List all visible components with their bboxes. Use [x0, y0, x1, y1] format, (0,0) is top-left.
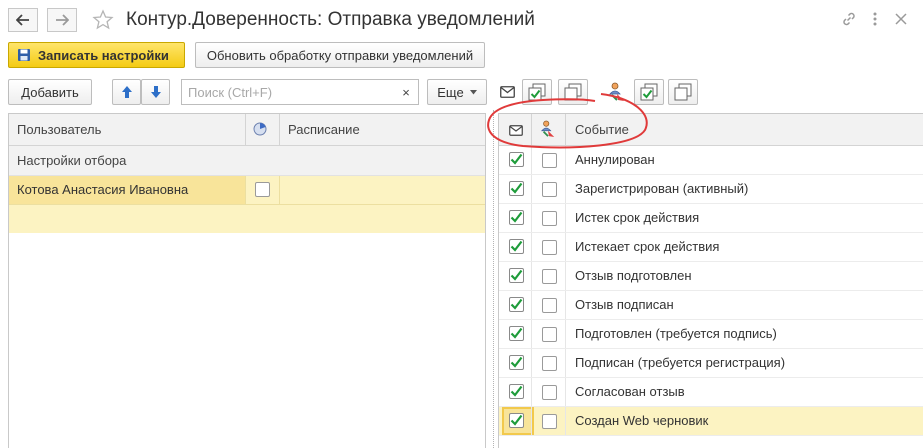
table-row[interactable]: Аннулирован	[499, 146, 923, 175]
move-up-button[interactable]	[112, 79, 141, 105]
column-event[interactable]: Событие	[575, 114, 629, 145]
table-row[interactable]: Истек срок действия	[499, 204, 923, 233]
column-email-icon[interactable]	[509, 124, 523, 139]
user-checkbox[interactable]	[542, 414, 557, 429]
back-button[interactable]	[8, 8, 38, 32]
user-checkbox[interactable]	[542, 327, 557, 342]
forward-button[interactable]	[47, 8, 77, 32]
save-settings-button[interactable]: Записать настройки	[8, 42, 185, 68]
table-row[interactable]: Подготовлен (требуется подпись)	[499, 320, 923, 349]
column-user[interactable]: Пользователь	[17, 114, 101, 145]
email-checkbox-checked[interactable]	[509, 181, 524, 196]
email-checkbox-checked[interactable]	[509, 355, 524, 370]
envelope-icon	[500, 86, 515, 101]
envelope-icon	[509, 125, 523, 136]
save-settings-label: Записать настройки	[38, 47, 169, 63]
email-checkbox-checked[interactable]	[509, 239, 524, 254]
move-down-button[interactable]	[141, 79, 170, 105]
event-label: Истек срок действия	[575, 210, 700, 225]
user-name-cell[interactable]: Котова Анастасия Ивановна	[9, 176, 245, 204]
check-all-email-button[interactable]	[522, 79, 552, 105]
window-title: Контур.Доверенность: Отправка уведомлени…	[126, 9, 535, 30]
email-checkbox-checked[interactable]	[509, 268, 524, 283]
users-table-header: Пользователь Расписание	[9, 114, 485, 146]
user-checkbox[interactable]	[542, 269, 557, 284]
event-label: Истекает срок действия	[575, 239, 720, 254]
table-row[interactable]: Котова Анастасия Ивановна	[9, 176, 485, 205]
table-row[interactable]: Истекает срок действия	[499, 233, 923, 262]
event-label: Создан Web черновик	[575, 413, 709, 428]
events-table-header: Событие	[499, 114, 923, 146]
panel-splitter[interactable]	[493, 110, 494, 448]
link-icon[interactable]	[840, 10, 858, 28]
email-checkbox-checked[interactable]	[509, 384, 524, 399]
users-table: Пользователь Расписание Настройки отбора…	[8, 113, 486, 448]
email-checkbox-checked[interactable]	[509, 210, 524, 225]
user-checkbox[interactable]	[542, 182, 557, 197]
user-checkbox[interactable]	[542, 211, 557, 226]
check-all-user-button[interactable]	[634, 79, 664, 105]
arrow-down-icon	[150, 86, 161, 98]
close-icon[interactable]	[892, 10, 910, 28]
add-label: Добавить	[21, 84, 79, 100]
event-label: Согласован отзыв	[575, 384, 685, 399]
email-checkbox-checked[interactable]	[509, 413, 524, 428]
filter-settings-row[interactable]: Настройки отбора	[9, 146, 485, 176]
refresh-processing-label: Обновить обработку отправки уведомлений	[206, 47, 474, 63]
empty-row	[9, 205, 485, 233]
save-icon	[18, 49, 30, 61]
uncheck-all-email-button[interactable]	[558, 79, 588, 105]
user-checkbox[interactable]	[542, 240, 557, 255]
user-checkbox[interactable]	[542, 153, 557, 168]
arrow-left-icon	[16, 14, 29, 26]
uncheck-all-icon	[674, 83, 692, 101]
column-schedule[interactable]: Расписание	[288, 114, 360, 145]
search-field[interactable]: ×	[181, 79, 419, 105]
arrow-right-icon	[56, 14, 69, 26]
event-label: Подписан (требуется регистрация)	[575, 355, 786, 370]
event-label: Зарегистрирован (активный)	[575, 181, 749, 196]
email-checkbox-checked[interactable]	[509, 152, 524, 167]
column-user-icon[interactable]	[540, 120, 556, 141]
event-label: Отзыв подготовлен	[575, 268, 692, 283]
favorite-star-icon[interactable]	[92, 9, 114, 31]
user-row-checkbox[interactable]	[255, 182, 270, 197]
uncheck-all-user-button[interactable]	[668, 79, 698, 105]
events-table: Событие Аннулирован Зарегистрирован (акти…	[498, 113, 923, 448]
user-notification-icon	[541, 120, 555, 137]
add-button[interactable]: Добавить	[8, 79, 92, 105]
more-vertical-icon[interactable]	[866, 10, 884, 28]
email-checkbox-checked[interactable]	[509, 297, 524, 312]
event-label: Аннулирован	[575, 152, 655, 167]
search-input[interactable]	[182, 83, 387, 101]
user-checkbox[interactable]	[542, 298, 557, 313]
chevron-down-icon	[469, 89, 477, 94]
clock-icon	[253, 122, 267, 136]
event-label: Отзыв подписан	[575, 297, 674, 312]
uncheck-all-icon	[564, 83, 582, 101]
clear-search-icon[interactable]: ×	[394, 80, 418, 104]
check-all-icon	[528, 83, 546, 101]
email-checkbox-checked[interactable]	[509, 326, 524, 341]
table-row[interactable]: Подписан (требуется регистрация)	[499, 349, 923, 378]
check-all-icon	[640, 83, 658, 101]
table-row[interactable]: Согласован отзыв	[499, 378, 923, 407]
refresh-processing-button[interactable]: Обновить обработку отправки уведомлений	[195, 42, 485, 68]
more-button[interactable]: Еще	[427, 79, 487, 105]
table-row[interactable]: Отзыв подписан	[499, 291, 923, 320]
arrow-up-icon	[121, 86, 132, 98]
more-label: Еще	[437, 84, 464, 100]
table-row[interactable]: Зарегистрирован (активный)	[499, 175, 923, 204]
user-checkbox[interactable]	[542, 356, 557, 371]
table-row[interactable]: Отзыв подготовлен	[499, 262, 923, 291]
event-label: Подготовлен (требуется подпись)	[575, 326, 777, 341]
column-schedule-icon[interactable]	[253, 114, 279, 145]
user-checkbox[interactable]	[542, 385, 557, 400]
table-row[interactable]: Создан Web черновик	[499, 407, 923, 436]
user-notification-icon	[608, 82, 626, 105]
